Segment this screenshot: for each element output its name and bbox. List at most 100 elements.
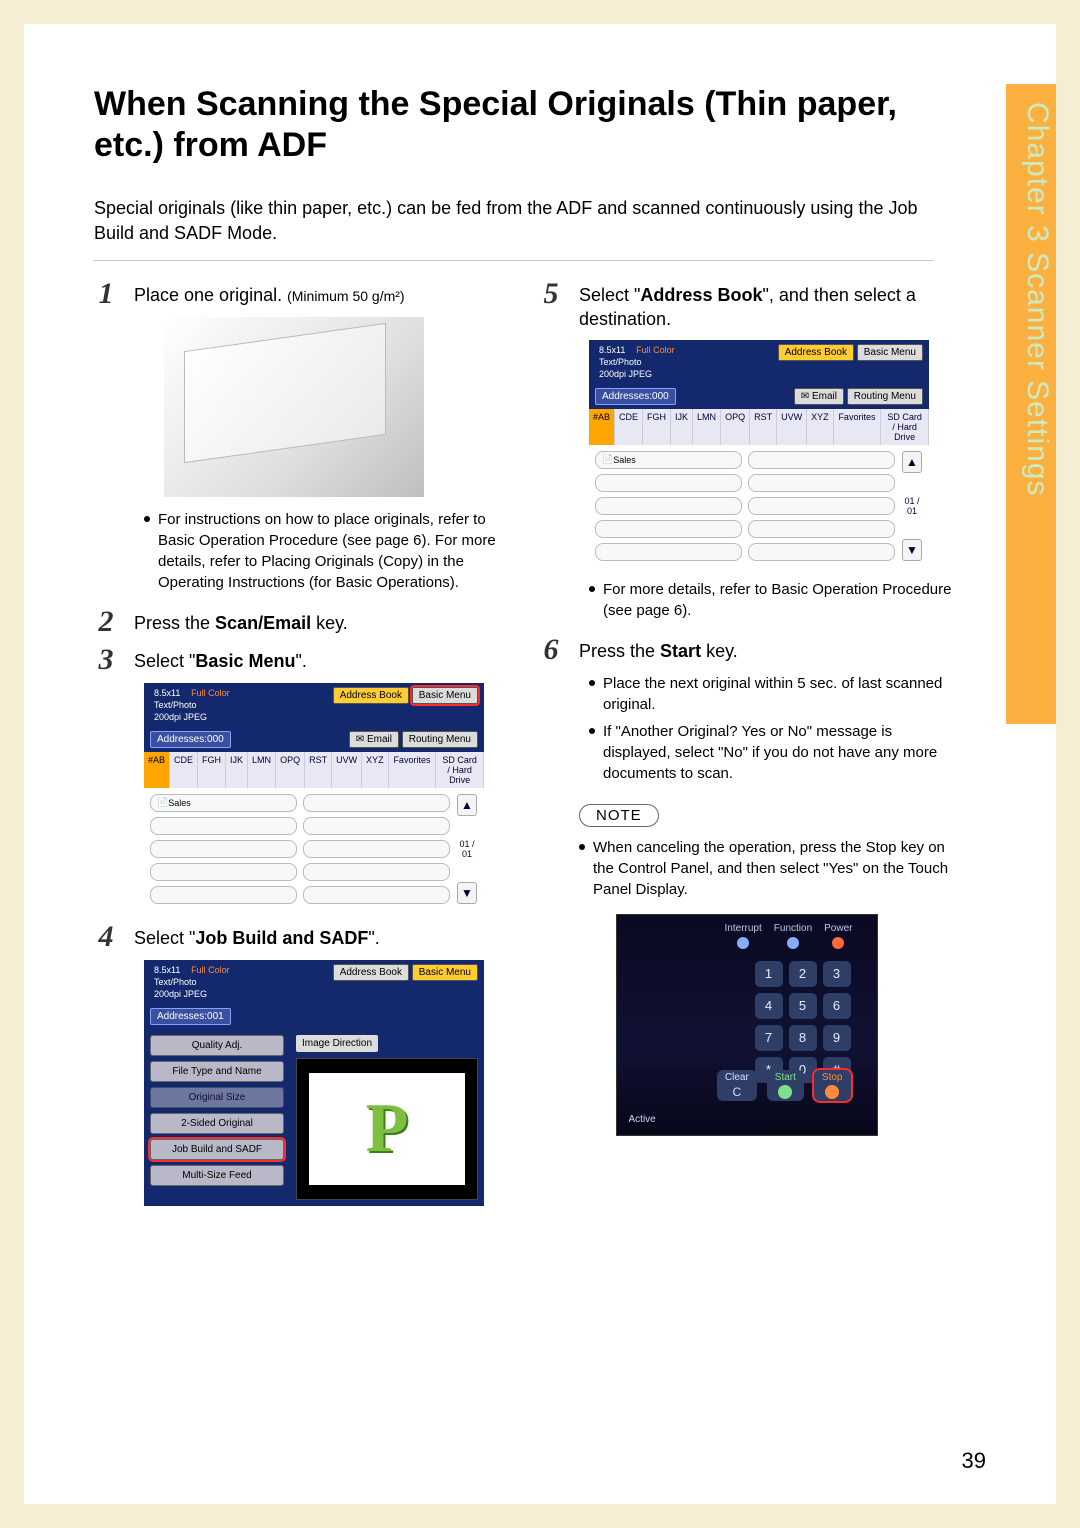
key-9[interactable]: 9 (823, 1025, 851, 1051)
entry-blank[interactable] (748, 451, 895, 469)
menu-job-build-sadf[interactable]: Job Build and SADF (150, 1139, 284, 1160)
key-5[interactable]: 5 (789, 993, 817, 1019)
routing-menu-button[interactable]: Routing Menu (402, 731, 478, 748)
step-3: 3 Select "Basic Menu". (94, 645, 509, 675)
tab-uvw[interactable]: UVW (332, 752, 362, 788)
numeric-keypad: 1 2 3 4 5 6 7 8 9 * 0 # (755, 961, 851, 1083)
menu-original-size[interactable]: Original Size (150, 1087, 284, 1108)
tab-sdcard[interactable]: SD Card / Hard Drive (881, 409, 929, 445)
entry-blank[interactable] (303, 794, 450, 812)
key-6[interactable]: 6 (823, 993, 851, 1019)
basic-menu-button[interactable]: Basic Menu (412, 687, 478, 704)
step-6: 6 Press the Start key. (539, 635, 954, 665)
stop-key[interactable]: Stop (814, 1070, 851, 1101)
scroll-down-button[interactable]: ▼ (902, 539, 922, 561)
step-4-text: Select "Job Build and SADF". (134, 922, 380, 950)
entry-blank[interactable] (150, 817, 297, 835)
tab-xyz[interactable]: XYZ (362, 752, 389, 788)
addresses-counter[interactable]: Addresses:000 (595, 388, 676, 405)
email-button[interactable]: ✉ Email (794, 388, 844, 405)
routing-menu-button[interactable]: Routing Menu (847, 388, 923, 405)
entry-blank[interactable] (748, 474, 895, 492)
tab-sdcard[interactable]: SD Card / Hard Drive (436, 752, 484, 788)
tab-ijk[interactable]: IJK (226, 752, 248, 788)
tab-xyz[interactable]: XYZ (807, 409, 834, 445)
tab-favorites[interactable]: Favorites (389, 752, 437, 788)
key-7[interactable]: 7 (755, 1025, 783, 1051)
email-button[interactable]: ✉ Email (349, 731, 399, 748)
step-2-text: Press the Scan/Email key. (134, 607, 348, 635)
scroll-count: 01 / 01 (901, 496, 923, 516)
stop-label: Stop (822, 1072, 843, 1083)
entry-label: Sales (613, 455, 636, 465)
txt: Press the (134, 613, 215, 633)
menu-quality-adj[interactable]: Quality Adj. (150, 1035, 284, 1056)
txt-bold: Address Book (640, 285, 762, 305)
key-8[interactable]: 8 (789, 1025, 817, 1051)
entry-blank[interactable] (595, 474, 742, 492)
touchpanel-job-build-screenshot: 8.5x11 Full Color Text/Photo 200dpi JPEG… (144, 960, 484, 1206)
resolution: 200dpi JPEG (150, 988, 211, 1000)
entry-blank[interactable] (303, 817, 450, 835)
entry-blank[interactable] (595, 543, 742, 561)
step-number: 3 (94, 645, 118, 675)
tab-uvw[interactable]: UVW (777, 409, 807, 445)
address-book-button[interactable]: Address Book (778, 344, 854, 361)
entry-sales[interactable]: 📄 Sales (150, 794, 297, 812)
key-1[interactable]: 1 (755, 961, 783, 987)
tab-ab[interactable]: #AB (144, 752, 170, 788)
entry-blank[interactable] (303, 886, 450, 904)
address-book-button[interactable]: Address Book (333, 687, 409, 704)
step-number: 2 (94, 607, 118, 637)
entry-blank[interactable] (748, 497, 895, 515)
tab-rst[interactable]: RST (750, 409, 777, 445)
resolution: 200dpi JPEG (150, 711, 211, 723)
left-column: 1 Place one original. (Minimum 50 g/m²) … (94, 279, 509, 1218)
touchpanel-address-book-screenshot: 8.5x11 Full Color Text/Photo 200dpi JPEG… (589, 340, 929, 567)
entry-sales[interactable]: 📄 Sales (595, 451, 742, 469)
scroll-up-button[interactable]: ▲ (902, 451, 922, 473)
entry-blank[interactable] (748, 520, 895, 538)
address-book-button[interactable]: Address Book (333, 964, 409, 981)
scroll-up-button[interactable]: ▲ (457, 794, 477, 816)
tab-cde[interactable]: CDE (170, 752, 198, 788)
right-column: 5 Select "Address Book", and then select… (539, 279, 954, 1218)
entry-blank[interactable] (150, 863, 297, 881)
key-4[interactable]: 4 (755, 993, 783, 1019)
entry-blank[interactable] (748, 543, 895, 561)
entry-blank[interactable] (595, 497, 742, 515)
addresses-counter[interactable]: Addresses:000 (150, 731, 231, 748)
addresses-counter[interactable]: Addresses:001 (150, 1008, 231, 1025)
entry-blank[interactable] (150, 840, 297, 858)
clear-key[interactable]: Clear C (717, 1070, 757, 1101)
tab-cde[interactable]: CDE (615, 409, 643, 445)
menu-file-type[interactable]: File Type and Name (150, 1061, 284, 1082)
entry-blank[interactable] (150, 886, 297, 904)
note-bullets: When canceling the operation, press the … (539, 837, 954, 900)
tab-favorites[interactable]: Favorites (834, 409, 882, 445)
color-mode: Full Color (187, 964, 234, 976)
image-direction-button[interactable]: Image Direction (296, 1035, 378, 1052)
tab-opq[interactable]: OPQ (276, 752, 305, 788)
tab-lmn[interactable]: LMN (248, 752, 276, 788)
step-3-text: Select "Basic Menu". (134, 645, 307, 673)
scroll-down-button[interactable]: ▼ (457, 882, 477, 904)
tab-fgh[interactable]: FGH (643, 409, 671, 445)
tab-lmn[interactable]: LMN (693, 409, 721, 445)
key-2[interactable]: 2 (789, 961, 817, 987)
txt-bold: Scan/Email (215, 613, 311, 633)
menu-2sided[interactable]: 2-Sided Original (150, 1113, 284, 1134)
entry-blank[interactable] (303, 840, 450, 858)
tab-ijk[interactable]: IJK (671, 409, 693, 445)
tab-fgh[interactable]: FGH (198, 752, 226, 788)
entry-blank[interactable] (303, 863, 450, 881)
menu-multi-size[interactable]: Multi-Size Feed (150, 1165, 284, 1186)
key-3[interactable]: 3 (823, 961, 851, 987)
start-key[interactable]: Start (767, 1070, 804, 1101)
tab-ab[interactable]: #AB (589, 409, 615, 445)
basic-menu-button[interactable]: Basic Menu (857, 344, 923, 361)
basic-menu-button[interactable]: Basic Menu (412, 964, 478, 981)
tab-opq[interactable]: OPQ (721, 409, 750, 445)
tab-rst[interactable]: RST (305, 752, 332, 788)
entry-blank[interactable] (595, 520, 742, 538)
